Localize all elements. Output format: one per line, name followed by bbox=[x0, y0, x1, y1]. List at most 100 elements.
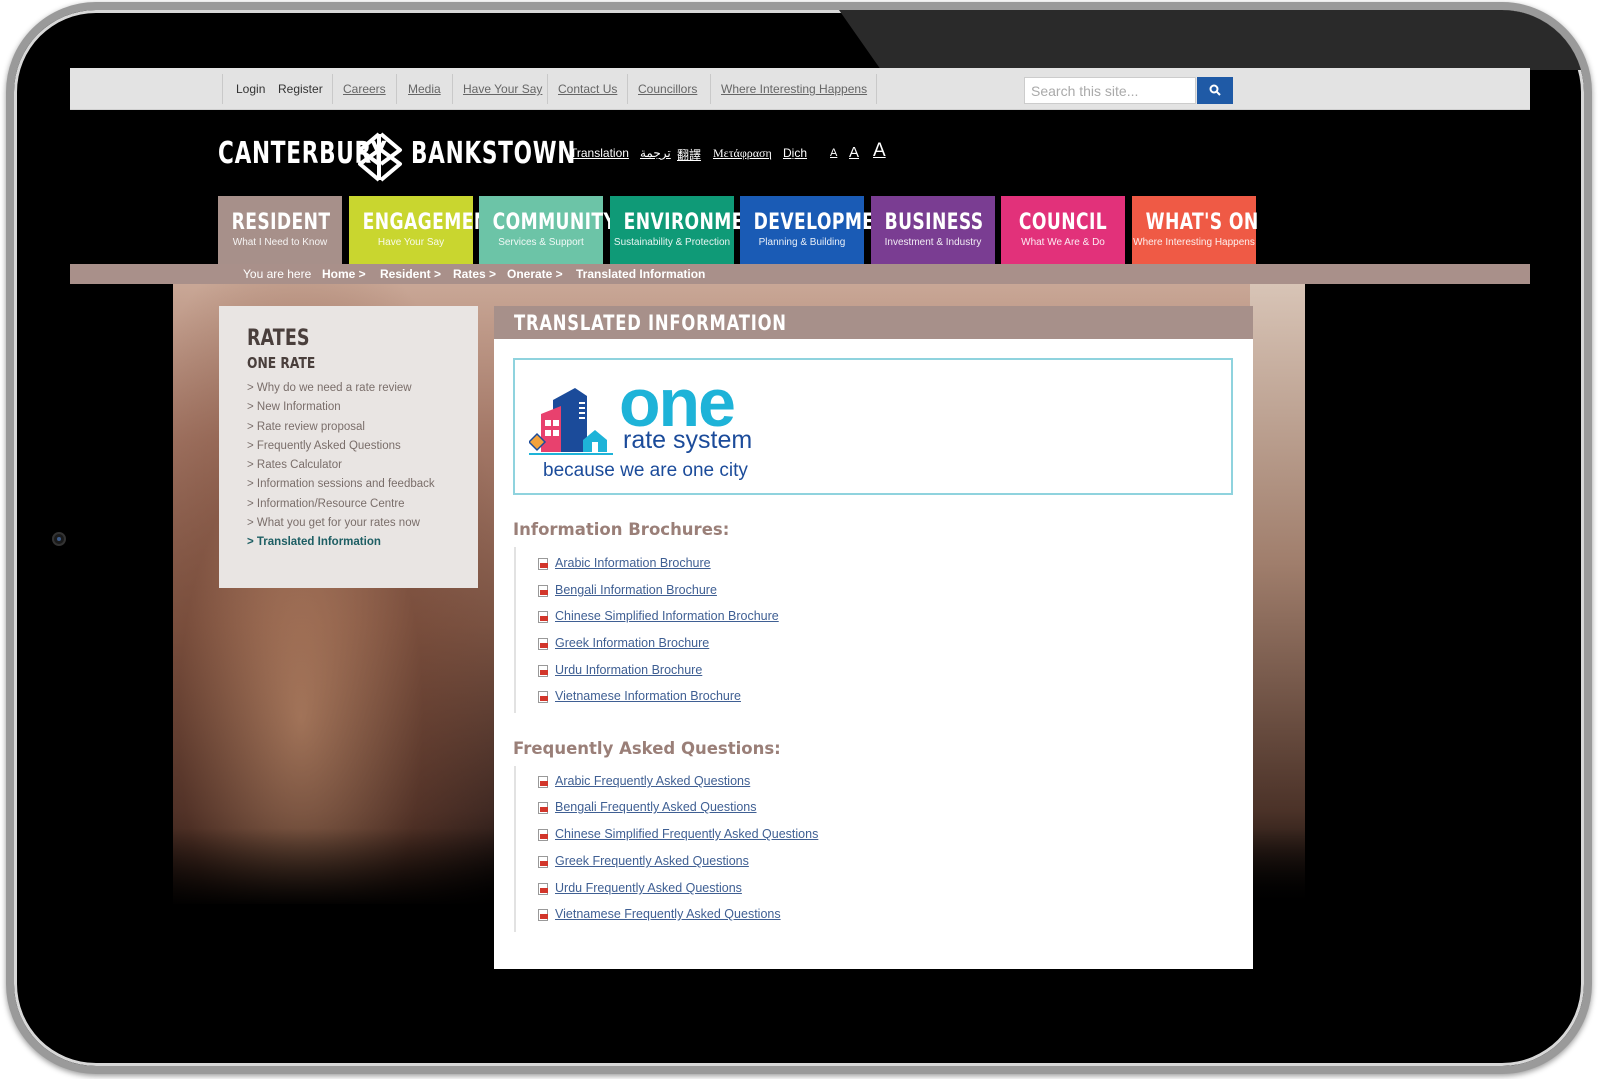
nav-title: COUNCIL bbox=[1018, 210, 1108, 235]
main-content: TRANSLATED INFORMATION one rate system b… bbox=[494, 306, 1253, 969]
background-grass-right bbox=[1250, 284, 1305, 904]
sidebar-title: RATES bbox=[247, 326, 310, 351]
nav-title: ENVIRONMENT bbox=[623, 210, 771, 235]
pdf-icon bbox=[538, 856, 548, 868]
brochure-link-urdu[interactable]: Urdu Information Brochure bbox=[555, 663, 702, 677]
sidebar-item-what-you-get[interactable]: > What you get for your rates now bbox=[247, 517, 420, 529]
pdf-icon bbox=[538, 585, 548, 597]
careers-link[interactable]: Careers bbox=[343, 82, 386, 96]
faq-link-greek[interactable]: Greek Frequently Asked Questions bbox=[555, 854, 749, 868]
font-size-medium-button[interactable]: A bbox=[849, 144, 859, 161]
nav-tile-council[interactable]: COUNCIL What We Are & Do bbox=[1001, 196, 1125, 264]
pdf-icon bbox=[538, 776, 548, 788]
tablet-frame: Login Register Careers Media Have Your S… bbox=[6, 2, 1592, 1074]
faq-list-rule bbox=[514, 766, 516, 932]
chinese-translation-link[interactable]: 翻譯 bbox=[677, 146, 701, 163]
separator bbox=[332, 74, 333, 104]
pdf-icon bbox=[538, 611, 548, 623]
nav-title: DEVELOPMENT bbox=[753, 210, 902, 235]
brochure-link-vietnamese[interactable]: Vietnamese Information Brochure bbox=[555, 689, 741, 703]
pdf-icon bbox=[538, 883, 548, 895]
translation-link[interactable]: Translation bbox=[570, 146, 629, 160]
councillors-link[interactable]: Councillors bbox=[638, 82, 697, 96]
faq-heading: Frequently Asked Questions: bbox=[513, 739, 781, 758]
pdf-icon bbox=[538, 665, 548, 677]
utility-bar: Login Register Careers Media Have Your S… bbox=[70, 68, 1530, 110]
sidebar-item-rate-review-proposal[interactable]: > Rate review proposal bbox=[247, 421, 365, 433]
sidebar-subtitle: ONE RATE bbox=[247, 354, 316, 372]
have-your-say-link[interactable]: Have Your Say bbox=[463, 82, 542, 96]
nav-subtitle: Investment & Industry bbox=[884, 237, 982, 248]
brochures-heading: Information Brochures: bbox=[513, 520, 730, 539]
breadcrumb-rates[interactable]: Rates > bbox=[453, 267, 496, 281]
sidebar-item-information-sessions[interactable]: > Information sessions and feedback bbox=[247, 478, 435, 490]
nav-title: COMMUNITY bbox=[492, 210, 617, 235]
breadcrumb-prefix: You are here bbox=[243, 267, 312, 281]
separator bbox=[876, 74, 877, 104]
nav-tile-engagement[interactable]: ENGAGEMENT Have Your Say bbox=[349, 196, 500, 264]
media-link[interactable]: Media bbox=[408, 82, 441, 96]
breadcrumb-resident[interactable]: Resident > bbox=[380, 267, 441, 281]
where-interesting-happens-link[interactable]: Where Interesting Happens bbox=[721, 82, 867, 96]
pdf-icon bbox=[538, 829, 548, 841]
nav-subtitle: What We Are & Do bbox=[1021, 237, 1105, 248]
sidebar-item-why-rate-review[interactable]: > Why do we need a rate review bbox=[247, 382, 412, 394]
nav-subtitle: Services & Support bbox=[498, 237, 584, 248]
nav-subtitle: Planning & Building bbox=[758, 237, 846, 248]
brochure-link-chinese[interactable]: Chinese Simplified Information Brochure bbox=[555, 609, 779, 623]
camera-icon bbox=[52, 532, 66, 546]
nav-tile-environment[interactable]: ENVIRONMENT Sustainability & Protection bbox=[610, 196, 771, 264]
contact-us-link[interactable]: Contact Us bbox=[558, 82, 617, 96]
arabic-translation-link[interactable]: ترجمة bbox=[640, 146, 671, 161]
page-title: TRANSLATED INFORMATION bbox=[514, 311, 787, 335]
nav-title: WHAT'S ON bbox=[1145, 210, 1259, 235]
vietnamese-translation-link[interactable]: Dịch bbox=[783, 146, 807, 160]
one-rate-system-banner: one rate system because we are one city bbox=[513, 358, 1233, 495]
brochure-link-bengali[interactable]: Bengali Information Brochure bbox=[555, 583, 717, 597]
search-icon bbox=[1209, 84, 1221, 96]
search-input[interactable]: Search this site... bbox=[1024, 77, 1196, 104]
login-link[interactable]: Login bbox=[236, 82, 265, 96]
faq-link-vietnamese[interactable]: Vietnamese Frequently Asked Questions bbox=[555, 907, 781, 921]
register-link[interactable]: Register bbox=[278, 82, 323, 96]
greek-translation-link[interactable]: Μετάφραση bbox=[713, 146, 772, 161]
separator bbox=[452, 74, 453, 104]
font-size-large-button[interactable]: A bbox=[873, 140, 886, 162]
nav-title: BUSINESS bbox=[884, 210, 984, 235]
faq-link-bengali[interactable]: Bengali Frequently Asked Questions bbox=[555, 800, 757, 814]
main-header: TRANSLATED INFORMATION bbox=[494, 306, 1253, 339]
sidebar-item-rates-calculator[interactable]: > Rates Calculator bbox=[247, 459, 342, 471]
nav-tile-development[interactable]: DEVELOPMENT Planning & Building bbox=[740, 196, 902, 264]
font-size-small-button[interactable]: A bbox=[830, 147, 837, 159]
nav-tile-whats-on[interactable]: WHAT'S ON Where Interesting Happens bbox=[1132, 196, 1259, 264]
brochures-list-rule bbox=[514, 547, 516, 713]
banner-rate-system-text: rate system bbox=[623, 426, 753, 454]
separator bbox=[222, 74, 223, 104]
pdf-icon bbox=[538, 802, 548, 814]
sidebar-item-new-information[interactable]: > New Information bbox=[247, 401, 341, 413]
faq-link-urdu[interactable]: Urdu Frequently Asked Questions bbox=[555, 881, 742, 895]
pdf-icon bbox=[538, 558, 548, 570]
nav-tile-resident[interactable]: RESIDENT What I Need to Know bbox=[218, 196, 342, 264]
nav-tile-business[interactable]: BUSINESS Investment & Industry bbox=[871, 196, 995, 264]
sidebar-item-translated-information[interactable]: > Translated Information bbox=[247, 536, 381, 548]
pdf-icon bbox=[538, 691, 548, 703]
sidebar-item-faq[interactable]: > Frequently Asked Questions bbox=[247, 440, 401, 452]
sidebar: RATES ONE RATE > Why do we need a rate r… bbox=[219, 306, 478, 588]
faq-link-arabic[interactable]: Arabic Frequently Asked Questions bbox=[555, 774, 750, 788]
faq-link-chinese[interactable]: Chinese Simplified Frequently Asked Ques… bbox=[555, 827, 818, 841]
tablet-glare bbox=[839, 10, 1584, 70]
logo-text-right: BANKSTOWN bbox=[411, 136, 577, 171]
brochure-link-greek[interactable]: Greek Information Brochure bbox=[555, 636, 709, 650]
separator bbox=[627, 74, 628, 104]
nav-subtitle: Sustainability & Protection bbox=[613, 237, 731, 248]
nav-subtitle: Where Interesting Happens bbox=[1133, 237, 1255, 248]
brochure-link-arabic[interactable]: Arabic Information Brochure bbox=[555, 556, 711, 570]
separator bbox=[396, 74, 397, 104]
sidebar-item-resource-centre[interactable]: > Information/Resource Centre bbox=[247, 498, 405, 510]
search-button[interactable] bbox=[1197, 77, 1233, 104]
breadcrumb-onerate[interactable]: Onerate > bbox=[507, 267, 563, 281]
nav-subtitle: Have Your Say bbox=[377, 237, 445, 248]
breadcrumb-home[interactable]: Home > bbox=[322, 267, 366, 281]
nav-tile-community[interactable]: COMMUNITY Services & Support bbox=[479, 196, 617, 264]
